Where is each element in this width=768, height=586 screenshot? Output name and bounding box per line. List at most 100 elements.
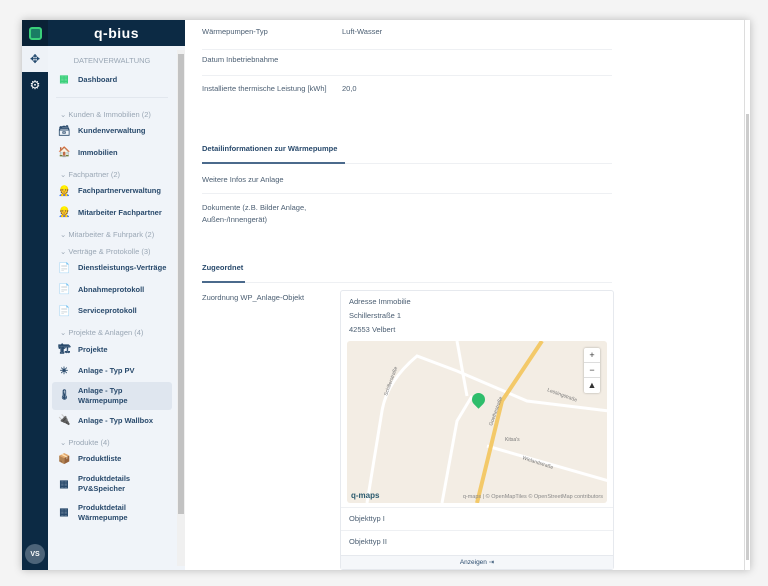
zugeordnet-heading[interactable]: Zugeordnet xyxy=(202,263,612,283)
sidebar-item-dashboard[interactable]: ▦ Dashboard xyxy=(48,69,176,91)
map-streets: Schillerstraße Lessingstraße Wielandstra… xyxy=(365,341,607,503)
app-window: ✥ ⚙ VS q-bius DATENVERWALTUNG ▦ Dashboard… xyxy=(22,20,750,570)
open-external-icon: ⇥ xyxy=(488,559,495,566)
sidebar-item-icon: 🏠 xyxy=(58,147,71,158)
sidebar-item[interactable]: 📦 Produktliste xyxy=(48,449,176,471)
main-content: Wärmepumpen-Typ Luft-Wasser Datum Inbetri… xyxy=(185,20,750,570)
sidebar-group-header[interactable]: ⌄ Fachpartner (2) xyxy=(48,164,176,181)
field-row-typ: Wärmepumpen-Typ Luft-Wasser xyxy=(202,26,612,50)
sidebar-item-label: Kundenverwaltung xyxy=(78,126,146,136)
address-label: Adresse Immobilie xyxy=(349,297,411,306)
sidebar: q-bius DATENVERWALTUNG ▦ Dashboard ⌄ Kund… xyxy=(48,20,185,570)
sidebar-section-title: DATENVERWALTUNG xyxy=(73,56,151,65)
sidebar-item-icon: 👷 xyxy=(58,207,71,218)
objekttyp-1: Objekttyp I xyxy=(341,507,613,530)
map-attribution[interactable]: q-maps | © OpenMapTiles © OpenStreetMap … xyxy=(463,494,603,500)
sidebar-item-label: Produktliste xyxy=(78,454,122,464)
address-street: Schillerstraße 1 xyxy=(349,311,402,320)
sidebar-item-label: Mitarbeiter Fachpartner xyxy=(78,207,162,217)
sidebar-scrollbar[interactable] xyxy=(177,50,185,566)
main-scrollbar[interactable] xyxy=(744,20,750,570)
svg-text:Lessingstraße: Lessingstraße xyxy=(546,387,578,403)
sidebar-item-icon: 📦 xyxy=(58,453,71,465)
settings-gear-icon[interactable]: ⚙ xyxy=(22,72,48,98)
sidebar-item-icon: ▦ xyxy=(59,478,69,490)
svg-text:Schillerstraße: Schillerstraße xyxy=(383,366,399,397)
show-button[interactable]: Anzeigen ⇥ xyxy=(341,555,613,569)
data-management-icon[interactable]: ✥ xyxy=(22,46,48,72)
sidebar-item[interactable]: 🔌 Anlage - Typ Wallbox xyxy=(48,410,176,432)
q-maps-logo: q-maps xyxy=(351,491,380,500)
sidebar-item-label: Anlage - Typ Wallbox xyxy=(78,415,154,425)
sidebar-item[interactable]: 📄 Dienstleistungs-Verträge xyxy=(48,258,176,280)
zoom-in-button[interactable]: + xyxy=(584,348,600,363)
sidebar-item-label: Projekte xyxy=(78,344,108,354)
field-row-datum: Datum Inbetriebnahme xyxy=(202,54,612,76)
user-avatar[interactable]: VS xyxy=(25,544,45,564)
sidebar-item-label: Anlage - Typ PV xyxy=(78,366,135,376)
field-label: Dokumente (z.B. Bilder Anlage, Außen-/In… xyxy=(202,203,307,224)
sidebar-item-icon: 🗃 xyxy=(58,125,71,137)
sidebar-item-label: Produktdetails PV&Speicher xyxy=(78,474,131,494)
app-logo xyxy=(22,20,48,46)
show-button-label: Anzeigen xyxy=(459,559,487,566)
sidebar-item[interactable]: 👷 Fachpartnerverwaltung xyxy=(48,181,176,203)
svg-text:Kitsa's: Kitsa's xyxy=(505,437,520,443)
sidebar-item-icon: 👷 xyxy=(58,185,71,197)
sidebar-item[interactable]: 📄 Abnahmeprotokoll xyxy=(48,279,176,301)
sidebar-item-label: Serviceprotokoll xyxy=(78,306,137,316)
field-value: Luft-Wasser xyxy=(342,27,383,36)
sidebar-item[interactable]: 👷 Mitarbeiter Fachpartner xyxy=(48,202,176,224)
sidebar-group-header[interactable]: ⌄ Mitarbeiter & Fuhrpark (2) xyxy=(48,224,176,241)
address-city: 42553 Velbert xyxy=(349,325,396,334)
field-row-leistung: Installierte thermische Leistung [kWh] 20… xyxy=(202,83,612,113)
map-zoom-controls: + − ▲ xyxy=(584,348,600,393)
field-label: Zuordnung WP_Anlage-Objekt xyxy=(202,293,305,302)
linked-object-card: Adresse Immobilie Schillerstraße 1 42553… xyxy=(340,290,614,570)
sidebar-item-icon: 🏗 xyxy=(58,344,71,355)
sidebar-group-header[interactable]: ⌄ Projekte & Anlagen (4) xyxy=(48,322,176,339)
field-label: Wärmepumpen-Typ xyxy=(202,27,268,36)
svg-text:Wielandstraße: Wielandstraße xyxy=(521,455,554,471)
sidebar-item-label: Dashboard xyxy=(78,74,118,84)
field-label: Installierte thermische Leistung [kWh] xyxy=(202,84,327,93)
sidebar-group-header[interactable]: ⌄ Kunden & Immobilien (2) xyxy=(48,104,176,121)
sidebar-item-label: Immobilien xyxy=(78,147,118,157)
sidebar-item-icon: 📄 xyxy=(58,305,71,317)
sidebar-item-label: Anlage - Typ Wärmepumpe xyxy=(78,386,128,406)
sidebar-item[interactable]: 📄 Serviceprotokoll xyxy=(48,301,176,323)
brand-title: q-bius xyxy=(48,20,185,46)
sidebar-nav: DATENVERWALTUNG ▦ Dashboard ⌄ Kunden & Im… xyxy=(48,46,176,527)
sidebar-item[interactable]: 🏠 Immobilien xyxy=(48,142,176,164)
sidebar-item[interactable]: ☀ Anlage - Typ PV xyxy=(48,361,176,383)
sidebar-group-header[interactable]: ⌄ Produkte (4) xyxy=(48,432,176,449)
zoom-out-button[interactable]: − xyxy=(584,363,600,378)
field-value: 20,0 xyxy=(342,84,357,93)
sidebar-item-icon: ☀ xyxy=(59,365,69,377)
map[interactable]: Schillerstraße Lessingstraße Wielandstra… xyxy=(347,341,607,503)
sidebar-item-icon: 🔌 xyxy=(58,415,71,427)
sidebar-item-label: Dienstleistungs-Verträge xyxy=(78,263,167,273)
sidebar-item[interactable]: 🏗 Projekte xyxy=(48,339,176,361)
icon-rail: ✥ ⚙ VS xyxy=(22,20,48,570)
sidebar-item-label: Produktdetail Wärmepumpe xyxy=(78,502,128,522)
field-row-dokumente: Dokumente (z.B. Bilder Anlage, Außen-/In… xyxy=(202,202,612,232)
sidebar-item[interactable]: ▦ Produktdetail Wärmepumpe xyxy=(48,499,176,527)
sidebar-item-icon: 📄 xyxy=(58,284,71,295)
field-label: Weitere Infos zur Anlage xyxy=(202,175,284,184)
divider xyxy=(56,96,168,98)
dashboard-icon: ▦ xyxy=(59,74,69,85)
sidebar-item[interactable]: 🗃 Kundenverwaltung xyxy=(48,121,176,143)
sidebar-item-icon: ▦ xyxy=(59,506,69,518)
field-row-infos: Weitere Infos zur Anlage xyxy=(202,174,612,194)
sidebar-group-header[interactable]: ⌄ Verträge & Protokolle (3) xyxy=(48,241,176,258)
detail-heading[interactable]: Detailinformationen zur Wärmepumpe xyxy=(202,144,612,164)
sidebar-item-icon: 📄 xyxy=(58,262,71,274)
sidebar-item-icon: 🌡 xyxy=(58,390,71,402)
field-label: Datum Inbetriebnahme xyxy=(202,55,279,64)
sidebar-item[interactable]: ▦ Produktdetails PV&Speicher xyxy=(48,470,176,498)
objekttyp-2: Objekttyp II xyxy=(341,530,613,553)
sidebar-item-label: Fachpartnerverwaltung xyxy=(78,186,161,196)
sidebar-item[interactable]: 🌡 Anlage - Typ Wärmepumpe xyxy=(52,382,172,411)
compass-button[interactable]: ▲ xyxy=(584,378,600,393)
